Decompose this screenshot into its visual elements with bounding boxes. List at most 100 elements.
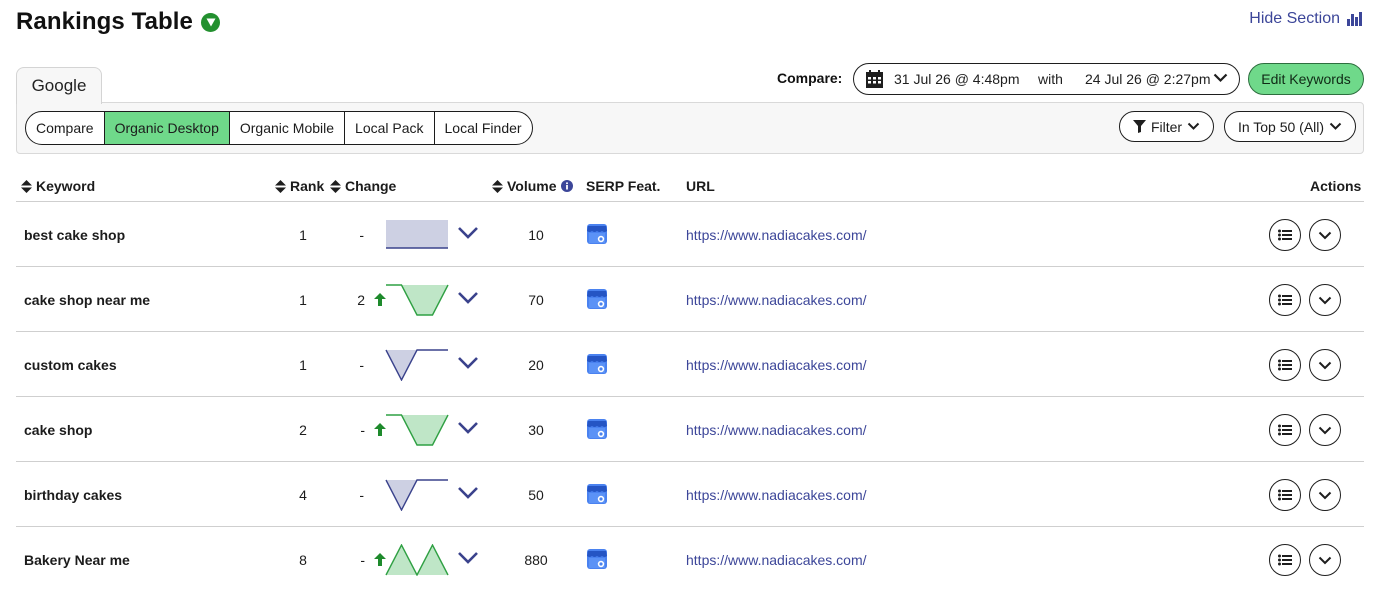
col-volume[interactable]: Volume xyxy=(492,176,577,196)
details-list-button[interactable] xyxy=(1269,349,1301,381)
rank-sparkline xyxy=(386,284,449,316)
rank-sparkline xyxy=(386,220,448,249)
table-row: Bakery Near me 8 - 880 https://www.nadia… xyxy=(16,527,1364,589)
bar-chart-icon xyxy=(1347,12,1362,26)
change-value: 2 xyxy=(357,291,365,308)
expand-row-button[interactable] xyxy=(1309,349,1341,381)
table-row: cake shop 2 - 30 https://www.nadiacakes.… xyxy=(16,397,1364,462)
local-business-icon[interactable] xyxy=(586,288,608,310)
list-icon xyxy=(1278,229,1292,241)
change-cell: - xyxy=(334,202,364,267)
top-range-select[interactable]: In Top 50 (All) xyxy=(1224,111,1356,142)
rank-cell: 4 xyxy=(299,486,307,503)
url-link[interactable]: https://www.nadiacakes.com/ xyxy=(686,397,867,462)
local-business-icon[interactable] xyxy=(586,548,608,570)
change-cell: - xyxy=(334,397,386,462)
expand-row-button[interactable] xyxy=(1309,284,1341,316)
chevron-down-icon[interactable] xyxy=(457,421,479,435)
rank-cell: 2 xyxy=(299,421,307,438)
sort-icon xyxy=(330,179,341,193)
chevron-down-icon xyxy=(1318,231,1332,239)
tab-google[interactable]: Google xyxy=(16,67,102,104)
url-link[interactable]: https://www.nadiacakes.com/ xyxy=(686,267,867,332)
rank-sparkline xyxy=(386,414,449,446)
col-change[interactable]: Change xyxy=(330,176,396,196)
chevron-down-icon xyxy=(1213,73,1228,83)
expand-row-button[interactable] xyxy=(1309,219,1341,251)
keyword-cell: birthday cakes xyxy=(24,486,123,503)
chevron-down-icon[interactable] xyxy=(457,226,479,240)
url-link[interactable]: https://www.nadiacakes.com/ xyxy=(686,527,867,589)
details-list-button[interactable] xyxy=(1269,544,1301,576)
keyword-cell: best cake shop xyxy=(24,226,126,243)
hide-section-label: Hide Section xyxy=(1249,10,1340,27)
sparkline-area xyxy=(386,545,448,575)
rank-sparkline xyxy=(385,349,448,381)
expand-row-button[interactable] xyxy=(1309,479,1341,511)
table-row: cake shop near me 1 2 70 https://www.nad… xyxy=(16,267,1364,332)
chevron-down-icon[interactable] xyxy=(457,551,479,565)
details-list-button[interactable] xyxy=(1269,479,1301,511)
expand-row-button[interactable] xyxy=(1309,414,1341,446)
col-rank[interactable]: Rank xyxy=(275,176,324,196)
details-list-button[interactable] xyxy=(1269,219,1301,251)
change-cell: - xyxy=(334,332,364,397)
details-list-button[interactable] xyxy=(1269,284,1301,316)
volume-cell: 880 xyxy=(524,551,548,568)
keyword-cell: cake shop xyxy=(24,421,93,438)
local-business-icon[interactable] xyxy=(586,418,608,440)
change-value: - xyxy=(359,486,364,503)
col-actions-label: Actions xyxy=(1310,178,1362,194)
mode-organic-mobile[interactable]: Organic Mobile xyxy=(228,112,344,144)
title-row: Rankings Table xyxy=(16,6,220,38)
change-cell: - xyxy=(334,462,364,527)
url-link[interactable]: https://www.nadiacakes.com/ xyxy=(686,202,867,267)
col-keyword[interactable]: Keyword xyxy=(21,176,95,196)
chevron-down-icon[interactable] xyxy=(457,486,479,500)
sparkline-area xyxy=(386,220,448,248)
keyword-cell: cake shop near me xyxy=(24,291,151,308)
hide-section-link[interactable]: Hide Section xyxy=(1249,10,1362,28)
details-list-button[interactable] xyxy=(1269,414,1301,446)
list-icon xyxy=(1278,294,1292,306)
sparkline-area xyxy=(386,285,448,315)
mode-local-finder[interactable]: Local Finder xyxy=(433,112,532,144)
mode-compare[interactable]: Compare xyxy=(26,112,104,144)
page-title: Rankings Table xyxy=(16,8,193,35)
mode-local-pack[interactable]: Local Pack xyxy=(344,112,433,144)
col-url-label: URL xyxy=(686,178,715,194)
calendar-icon xyxy=(866,70,883,88)
top-range-label: In Top 50 (All) xyxy=(1237,118,1325,135)
date-to: 24 Jul 26 @ 2:27pm xyxy=(1085,71,1211,87)
local-business-icon[interactable] xyxy=(586,353,608,375)
expand-row-button[interactable] xyxy=(1309,544,1341,576)
mode-segmented-control: Compare Organic Desktop Organic Mobile L… xyxy=(25,111,533,145)
filter-icon xyxy=(1132,120,1146,133)
local-business-icon[interactable] xyxy=(586,483,608,505)
volume-cell: 20 xyxy=(528,356,544,373)
mode-organic-desktop[interactable]: Organic Desktop xyxy=(103,112,229,144)
edit-keywords-button[interactable]: Edit Keywords xyxy=(1248,63,1364,95)
url-link[interactable]: https://www.nadiacakes.com/ xyxy=(686,332,867,397)
volume-cell: 70 xyxy=(528,291,544,308)
url-link[interactable]: https://www.nadiacakes.com/ xyxy=(686,462,867,527)
date-from: 31 Jul 26 @ 4:48pm xyxy=(894,71,1020,87)
info-icon[interactable] xyxy=(560,180,573,192)
local-business-icon[interactable] xyxy=(586,223,608,245)
volume-cell: 30 xyxy=(528,421,544,438)
chevron-down-icon[interactable] xyxy=(457,291,479,305)
table-row: custom cakes 1 - 20 https://www.nadiacak… xyxy=(16,332,1364,397)
sparkline-area xyxy=(386,350,448,380)
collapse-toggle-icon[interactable] xyxy=(201,12,220,32)
filter-button[interactable]: Filter xyxy=(1119,111,1214,142)
col-serp-label: SERP Feat. xyxy=(586,178,661,194)
rank-cell: 8 xyxy=(299,551,307,568)
date-range-select[interactable]: 31 Jul 26 @ 4:48pm with 24 Jul 26 @ 2:27… xyxy=(853,63,1240,95)
col-volume-label: Volume xyxy=(507,178,557,194)
sparkline-area xyxy=(386,480,448,510)
col-keyword-label: Keyword xyxy=(36,178,96,194)
with-label: with xyxy=(1038,71,1063,87)
chevron-down-icon[interactable] xyxy=(457,356,479,370)
sort-icon xyxy=(21,179,32,193)
change-value: - xyxy=(359,226,364,243)
